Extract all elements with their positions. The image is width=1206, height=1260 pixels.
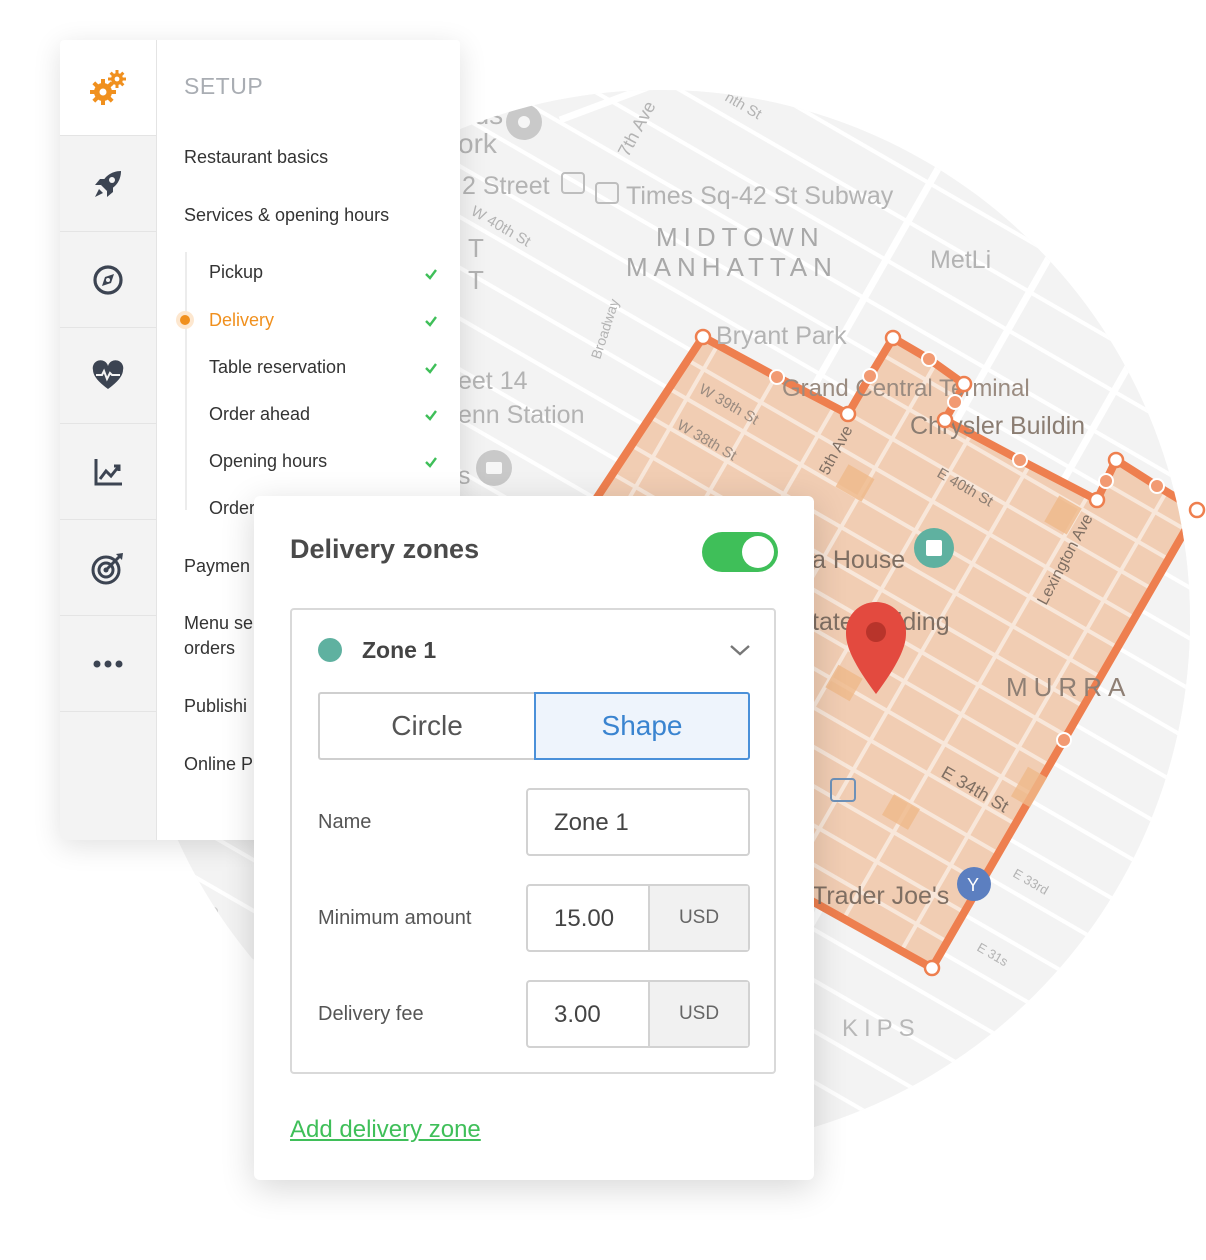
map-label: Bryant Park (716, 322, 847, 350)
rail-item-more[interactable] (60, 616, 156, 712)
menu-item-menu-setup-line2: orders (184, 638, 236, 658)
more-icon (93, 660, 123, 667)
sub-item-order-ahead[interactable]: Order ahead (209, 404, 310, 425)
theater-pin-icon (914, 528, 954, 568)
map-label: MIDTOWN (656, 222, 825, 252)
map-label: T (468, 265, 484, 295)
name-field[interactable]: Zone 1 (526, 788, 750, 856)
heart-pulse-icon (92, 359, 124, 389)
setup-title: SETUP (184, 73, 264, 99)
check-icon (425, 269, 437, 280)
mode-circle-button[interactable]: Circle (318, 692, 534, 760)
toggle-knob (742, 536, 774, 568)
map-label: Grand Central Terminal (782, 375, 1030, 402)
rail-item-marketing[interactable] (60, 232, 156, 328)
menu-item-services[interactable]: Services & opening hours (184, 205, 389, 226)
svg-text:Y: Y (967, 875, 979, 895)
gears-icon (90, 69, 126, 105)
map-label: 2 Street (462, 172, 550, 200)
map-label: Trader Joe's (812, 882, 949, 910)
menu-item-payments[interactable]: Paymen (184, 556, 250, 577)
sub-item-order[interactable]: Order (209, 498, 255, 519)
sub-item-opening-hours[interactable]: Opening hours (209, 451, 327, 472)
map-label: Chrysler Buildin (910, 412, 1085, 440)
chevron-down-icon[interactable] (728, 640, 752, 660)
rail-item-reports[interactable] (60, 424, 156, 520)
minimum-amount-value: 15.00 (554, 905, 615, 932)
map-label: MURRA (1006, 672, 1131, 702)
mode-shape-button[interactable]: Shape (534, 692, 750, 760)
sub-item-delivery[interactable]: Delivery (209, 310, 274, 331)
shop-pin-icon: Y (957, 867, 991, 901)
delivery-zones-title: Delivery zones (290, 534, 480, 564)
map-label: eet (154, 910, 185, 935)
minimum-amount-field[interactable]: 15.00 USD (526, 884, 750, 952)
rail-item-setup[interactable] (60, 40, 156, 136)
map-label: T (468, 233, 484, 263)
check-icon (425, 316, 437, 327)
map-label: uds (458, 99, 503, 130)
map-label: 3rd (200, 980, 232, 1005)
delivery-zones-card: Delivery zones Zone 1 Circle Shape Name … (254, 496, 814, 1180)
map-label: a House (812, 546, 905, 574)
map-label: Times Sq-42 St Subway (626, 182, 894, 210)
submenu-line (185, 252, 187, 510)
compass-icon (93, 264, 123, 295)
rail-item-launch[interactable] (60, 136, 156, 232)
map-label: KIPS (842, 1015, 921, 1042)
map-label: ork (458, 128, 498, 159)
zone-panel: Zone 1 Circle Shape Name Zone 1 Minimum … (290, 608, 776, 1074)
target-icon (91, 552, 123, 584)
menu-item-publishing[interactable]: Publishi (184, 696, 247, 717)
menu-item-online[interactable]: Online P (184, 754, 253, 775)
map-label: MetLi (930, 246, 991, 274)
icon-rail (60, 40, 157, 840)
menu-item-menu-setup[interactable]: Menu se (184, 613, 253, 634)
zone-header-name[interactable]: Zone 1 (362, 637, 436, 664)
name-value: Zone 1 (554, 809, 629, 836)
add-delivery-zone-link[interactable]: Add delivery zone (290, 1116, 481, 1144)
map-label: eet 14 (458, 367, 528, 395)
zone-color-dot (318, 638, 342, 662)
minimum-amount-label: Minimum amount (318, 907, 472, 929)
shopping-bag-icon (476, 450, 512, 486)
zone-mode-selector: Circle Shape (318, 692, 750, 760)
map-label: enn Station (458, 401, 585, 429)
delivery-zones-toggle[interactable] (702, 532, 778, 572)
currency-unit: USD (648, 886, 748, 950)
name-label: Name (318, 811, 372, 833)
delivery-fee-label: Delivery fee (318, 1003, 424, 1025)
check-icon (425, 457, 437, 468)
map-poi-icon (506, 104, 542, 140)
map-label: MANHATTAN (626, 252, 838, 282)
chart-icon (94, 458, 122, 485)
check-icon (425, 410, 437, 421)
rocket-icon (95, 170, 121, 197)
delivery-fee-value: 3.00 (554, 1001, 601, 1028)
active-indicator (180, 315, 190, 325)
check-icon (425, 363, 437, 374)
map-label: St (122, 867, 143, 889)
rail-item-goals[interactable] (60, 520, 156, 616)
sub-item-table-reservation[interactable]: Table reservation (209, 357, 346, 378)
delivery-fee-field[interactable]: 3.00 USD (526, 980, 750, 1048)
currency-unit: USD (648, 982, 748, 1046)
sub-item-pickup[interactable]: Pickup (209, 262, 263, 283)
menu-item-restaurant-basics[interactable]: Restaurant basics (184, 147, 328, 168)
rail-item-health[interactable] (60, 328, 156, 424)
